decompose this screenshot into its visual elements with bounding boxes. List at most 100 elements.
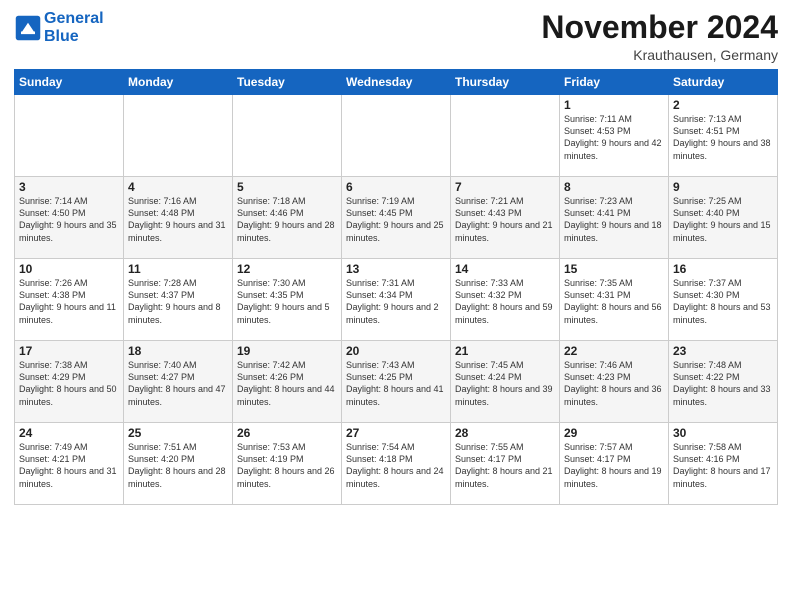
day-number: 3	[19, 180, 119, 194]
day-cell: 4Sunrise: 7:16 AM Sunset: 4:48 PM Daylig…	[124, 177, 233, 259]
day-info: Sunrise: 7:58 AM Sunset: 4:16 PM Dayligh…	[673, 441, 773, 490]
day-cell: 15Sunrise: 7:35 AM Sunset: 4:31 PM Dayli…	[560, 259, 669, 341]
day-info: Sunrise: 7:23 AM Sunset: 4:41 PM Dayligh…	[564, 195, 664, 244]
day-number: 13	[346, 262, 446, 276]
calendar-body: 1Sunrise: 7:11 AM Sunset: 4:53 PM Daylig…	[15, 95, 778, 505]
day-number: 8	[564, 180, 664, 194]
day-cell: 6Sunrise: 7:19 AM Sunset: 4:45 PM Daylig…	[342, 177, 451, 259]
col-header-thursday: Thursday	[451, 70, 560, 95]
day-number: 28	[455, 426, 555, 440]
day-number: 11	[128, 262, 228, 276]
main-container: General Blue November 2024 Krauthausen, …	[0, 0, 792, 513]
day-number: 26	[237, 426, 337, 440]
day-info: Sunrise: 7:31 AM Sunset: 4:34 PM Dayligh…	[346, 277, 446, 326]
logo-icon	[14, 14, 42, 42]
day-info: Sunrise: 7:21 AM Sunset: 4:43 PM Dayligh…	[455, 195, 555, 244]
day-cell: 20Sunrise: 7:43 AM Sunset: 4:25 PM Dayli…	[342, 341, 451, 423]
week-row-2: 3Sunrise: 7:14 AM Sunset: 4:50 PM Daylig…	[15, 177, 778, 259]
day-number: 10	[19, 262, 119, 276]
day-number: 9	[673, 180, 773, 194]
day-cell: 22Sunrise: 7:46 AM Sunset: 4:23 PM Dayli…	[560, 341, 669, 423]
day-cell	[15, 95, 124, 177]
day-number: 27	[346, 426, 446, 440]
day-info: Sunrise: 7:18 AM Sunset: 4:46 PM Dayligh…	[237, 195, 337, 244]
day-cell: 8Sunrise: 7:23 AM Sunset: 4:41 PM Daylig…	[560, 177, 669, 259]
day-cell: 12Sunrise: 7:30 AM Sunset: 4:35 PM Dayli…	[233, 259, 342, 341]
week-row-5: 24Sunrise: 7:49 AM Sunset: 4:21 PM Dayli…	[15, 423, 778, 505]
day-cell: 14Sunrise: 7:33 AM Sunset: 4:32 PM Dayli…	[451, 259, 560, 341]
day-info: Sunrise: 7:45 AM Sunset: 4:24 PM Dayligh…	[455, 359, 555, 408]
day-number: 22	[564, 344, 664, 358]
week-row-4: 17Sunrise: 7:38 AM Sunset: 4:29 PM Dayli…	[15, 341, 778, 423]
day-cell: 16Sunrise: 7:37 AM Sunset: 4:30 PM Dayli…	[669, 259, 778, 341]
day-cell: 5Sunrise: 7:18 AM Sunset: 4:46 PM Daylig…	[233, 177, 342, 259]
day-cell: 25Sunrise: 7:51 AM Sunset: 4:20 PM Dayli…	[124, 423, 233, 505]
day-cell: 7Sunrise: 7:21 AM Sunset: 4:43 PM Daylig…	[451, 177, 560, 259]
day-number: 6	[346, 180, 446, 194]
day-cell	[342, 95, 451, 177]
day-number: 15	[564, 262, 664, 276]
day-info: Sunrise: 7:51 AM Sunset: 4:20 PM Dayligh…	[128, 441, 228, 490]
day-cell: 24Sunrise: 7:49 AM Sunset: 4:21 PM Dayli…	[15, 423, 124, 505]
title-block: November 2024 Krauthausen, Germany	[541, 10, 778, 63]
day-number: 2	[673, 98, 773, 112]
day-number: 24	[19, 426, 119, 440]
month-title: November 2024	[541, 10, 778, 45]
day-info: Sunrise: 7:14 AM Sunset: 4:50 PM Dayligh…	[19, 195, 119, 244]
day-cell: 18Sunrise: 7:40 AM Sunset: 4:27 PM Dayli…	[124, 341, 233, 423]
day-cell: 13Sunrise: 7:31 AM Sunset: 4:34 PM Dayli…	[342, 259, 451, 341]
day-cell: 29Sunrise: 7:57 AM Sunset: 4:17 PM Dayli…	[560, 423, 669, 505]
day-cell: 2Sunrise: 7:13 AM Sunset: 4:51 PM Daylig…	[669, 95, 778, 177]
day-cell	[451, 95, 560, 177]
week-row-1: 1Sunrise: 7:11 AM Sunset: 4:53 PM Daylig…	[15, 95, 778, 177]
day-number: 5	[237, 180, 337, 194]
page-header: General Blue November 2024 Krauthausen, …	[14, 10, 778, 63]
location-subtitle: Krauthausen, Germany	[541, 47, 778, 63]
day-info: Sunrise: 7:53 AM Sunset: 4:19 PM Dayligh…	[237, 441, 337, 490]
calendar-table: SundayMondayTuesdayWednesdayThursdayFrid…	[14, 69, 778, 505]
day-cell: 11Sunrise: 7:28 AM Sunset: 4:37 PM Dayli…	[124, 259, 233, 341]
day-number: 21	[455, 344, 555, 358]
week-row-3: 10Sunrise: 7:26 AM Sunset: 4:38 PM Dayli…	[15, 259, 778, 341]
col-header-sunday: Sunday	[15, 70, 124, 95]
day-info: Sunrise: 7:28 AM Sunset: 4:37 PM Dayligh…	[128, 277, 228, 326]
day-number: 20	[346, 344, 446, 358]
day-info: Sunrise: 7:54 AM Sunset: 4:18 PM Dayligh…	[346, 441, 446, 490]
day-cell: 19Sunrise: 7:42 AM Sunset: 4:26 PM Dayli…	[233, 341, 342, 423]
day-number: 30	[673, 426, 773, 440]
day-number: 19	[237, 344, 337, 358]
day-info: Sunrise: 7:25 AM Sunset: 4:40 PM Dayligh…	[673, 195, 773, 244]
day-number: 1	[564, 98, 664, 112]
day-info: Sunrise: 7:57 AM Sunset: 4:17 PM Dayligh…	[564, 441, 664, 490]
day-info: Sunrise: 7:43 AM Sunset: 4:25 PM Dayligh…	[346, 359, 446, 408]
day-number: 17	[19, 344, 119, 358]
day-number: 29	[564, 426, 664, 440]
calendar-header: SundayMondayTuesdayWednesdayThursdayFrid…	[15, 70, 778, 95]
day-cell: 26Sunrise: 7:53 AM Sunset: 4:19 PM Dayli…	[233, 423, 342, 505]
day-number: 7	[455, 180, 555, 194]
day-info: Sunrise: 7:26 AM Sunset: 4:38 PM Dayligh…	[19, 277, 119, 326]
day-cell: 1Sunrise: 7:11 AM Sunset: 4:53 PM Daylig…	[560, 95, 669, 177]
day-cell	[233, 95, 342, 177]
day-info: Sunrise: 7:55 AM Sunset: 4:17 PM Dayligh…	[455, 441, 555, 490]
day-cell: 9Sunrise: 7:25 AM Sunset: 4:40 PM Daylig…	[669, 177, 778, 259]
day-number: 16	[673, 262, 773, 276]
day-cell: 21Sunrise: 7:45 AM Sunset: 4:24 PM Dayli…	[451, 341, 560, 423]
day-number: 4	[128, 180, 228, 194]
day-number: 18	[128, 344, 228, 358]
day-info: Sunrise: 7:30 AM Sunset: 4:35 PM Dayligh…	[237, 277, 337, 326]
day-info: Sunrise: 7:13 AM Sunset: 4:51 PM Dayligh…	[673, 113, 773, 162]
day-info: Sunrise: 7:38 AM Sunset: 4:29 PM Dayligh…	[19, 359, 119, 408]
day-cell	[124, 95, 233, 177]
day-cell: 17Sunrise: 7:38 AM Sunset: 4:29 PM Dayli…	[15, 341, 124, 423]
col-header-saturday: Saturday	[669, 70, 778, 95]
day-info: Sunrise: 7:35 AM Sunset: 4:31 PM Dayligh…	[564, 277, 664, 326]
day-info: Sunrise: 7:48 AM Sunset: 4:22 PM Dayligh…	[673, 359, 773, 408]
day-number: 25	[128, 426, 228, 440]
day-info: Sunrise: 7:37 AM Sunset: 4:30 PM Dayligh…	[673, 277, 773, 326]
col-header-wednesday: Wednesday	[342, 70, 451, 95]
col-header-monday: Monday	[124, 70, 233, 95]
day-cell: 28Sunrise: 7:55 AM Sunset: 4:17 PM Dayli…	[451, 423, 560, 505]
logo-text-blue: Blue	[44, 28, 104, 46]
day-info: Sunrise: 7:16 AM Sunset: 4:48 PM Dayligh…	[128, 195, 228, 244]
